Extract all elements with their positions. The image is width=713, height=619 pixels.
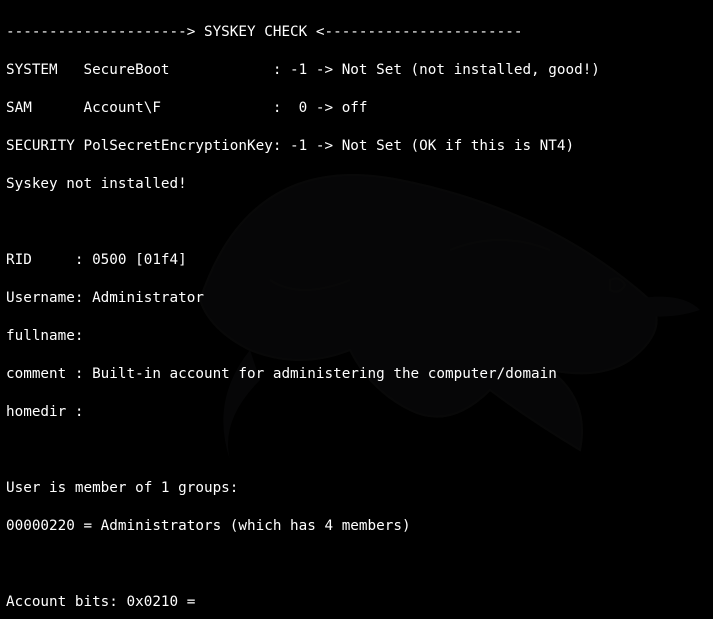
syskey-sam: SAM Account\F : 0 -> off	[6, 99, 707, 118]
user-fullname: fullname:	[6, 327, 707, 346]
account-bits-header: Account bits: 0x0210 =	[6, 593, 707, 612]
user-username: Username: Administrator	[6, 289, 707, 308]
terminal-output: ---------------------> SYSKEY CHECK <---…	[0, 0, 713, 619]
syskey-header: ---------------------> SYSKEY CHECK <---…	[6, 23, 707, 42]
user-rid: RID : 0500 [01f4]	[6, 251, 707, 270]
syskey-system: SYSTEM SecureBoot : -1 -> Not Set (not i…	[6, 61, 707, 80]
user-comment: comment : Built-in account for administe…	[6, 365, 707, 384]
syskey-security: SECURITY PolSecretEncryptionKey: -1 -> N…	[6, 137, 707, 156]
groups-entry: 00000220 = Administrators (which has 4 m…	[6, 517, 707, 536]
user-homedir: homedir :	[6, 403, 707, 422]
syskey-notinstalled: Syskey not installed!	[6, 175, 707, 194]
groups-header: User is member of 1 groups:	[6, 479, 707, 498]
